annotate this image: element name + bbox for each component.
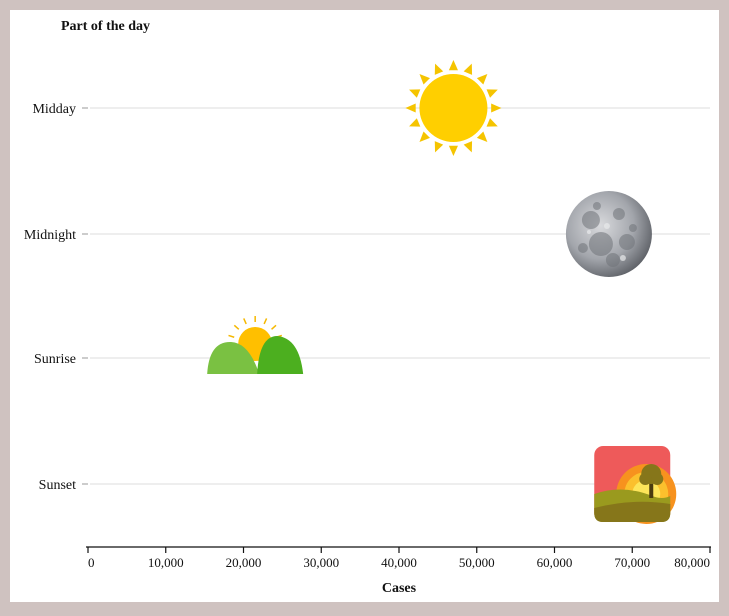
x-tick-label: 60,000	[537, 555, 573, 570]
x-tick-label: 40,000	[381, 555, 417, 570]
x-tick-label: 0	[88, 555, 95, 570]
category-label-midnight: Midnight	[24, 228, 76, 243]
data-point-midday-sun-icon	[405, 60, 502, 156]
data-point-midnight-moon-icon	[565, 191, 652, 277]
data-point-sunrise-sunrise-icon	[207, 316, 304, 374]
x-tick-label: 20,000	[226, 555, 262, 570]
chart-svg: Part of the day Midday Midnight Sunrise Sun…	[24, 19, 711, 596]
x-tick-label: 70,000	[614, 555, 650, 570]
x-axis-title: Cases	[382, 581, 417, 596]
category-label-midday: Midday	[32, 102, 76, 117]
y-axis-title: Part of the day	[61, 19, 150, 34]
x-tick-label: 80,000	[674, 555, 710, 570]
chart-panel: Part of the day Midday Midnight Sunrise Sun…	[10, 10, 719, 602]
x-tick-label: 10,000	[148, 555, 184, 570]
x-tick-label: 30,000	[303, 555, 339, 570]
category-label-sunrise: Sunrise	[34, 352, 76, 367]
x-tick-label: 50,000	[459, 555, 495, 570]
category-label-sunset: Sunset	[39, 478, 76, 493]
data-point-sunset-sunset-icon	[594, 446, 677, 524]
